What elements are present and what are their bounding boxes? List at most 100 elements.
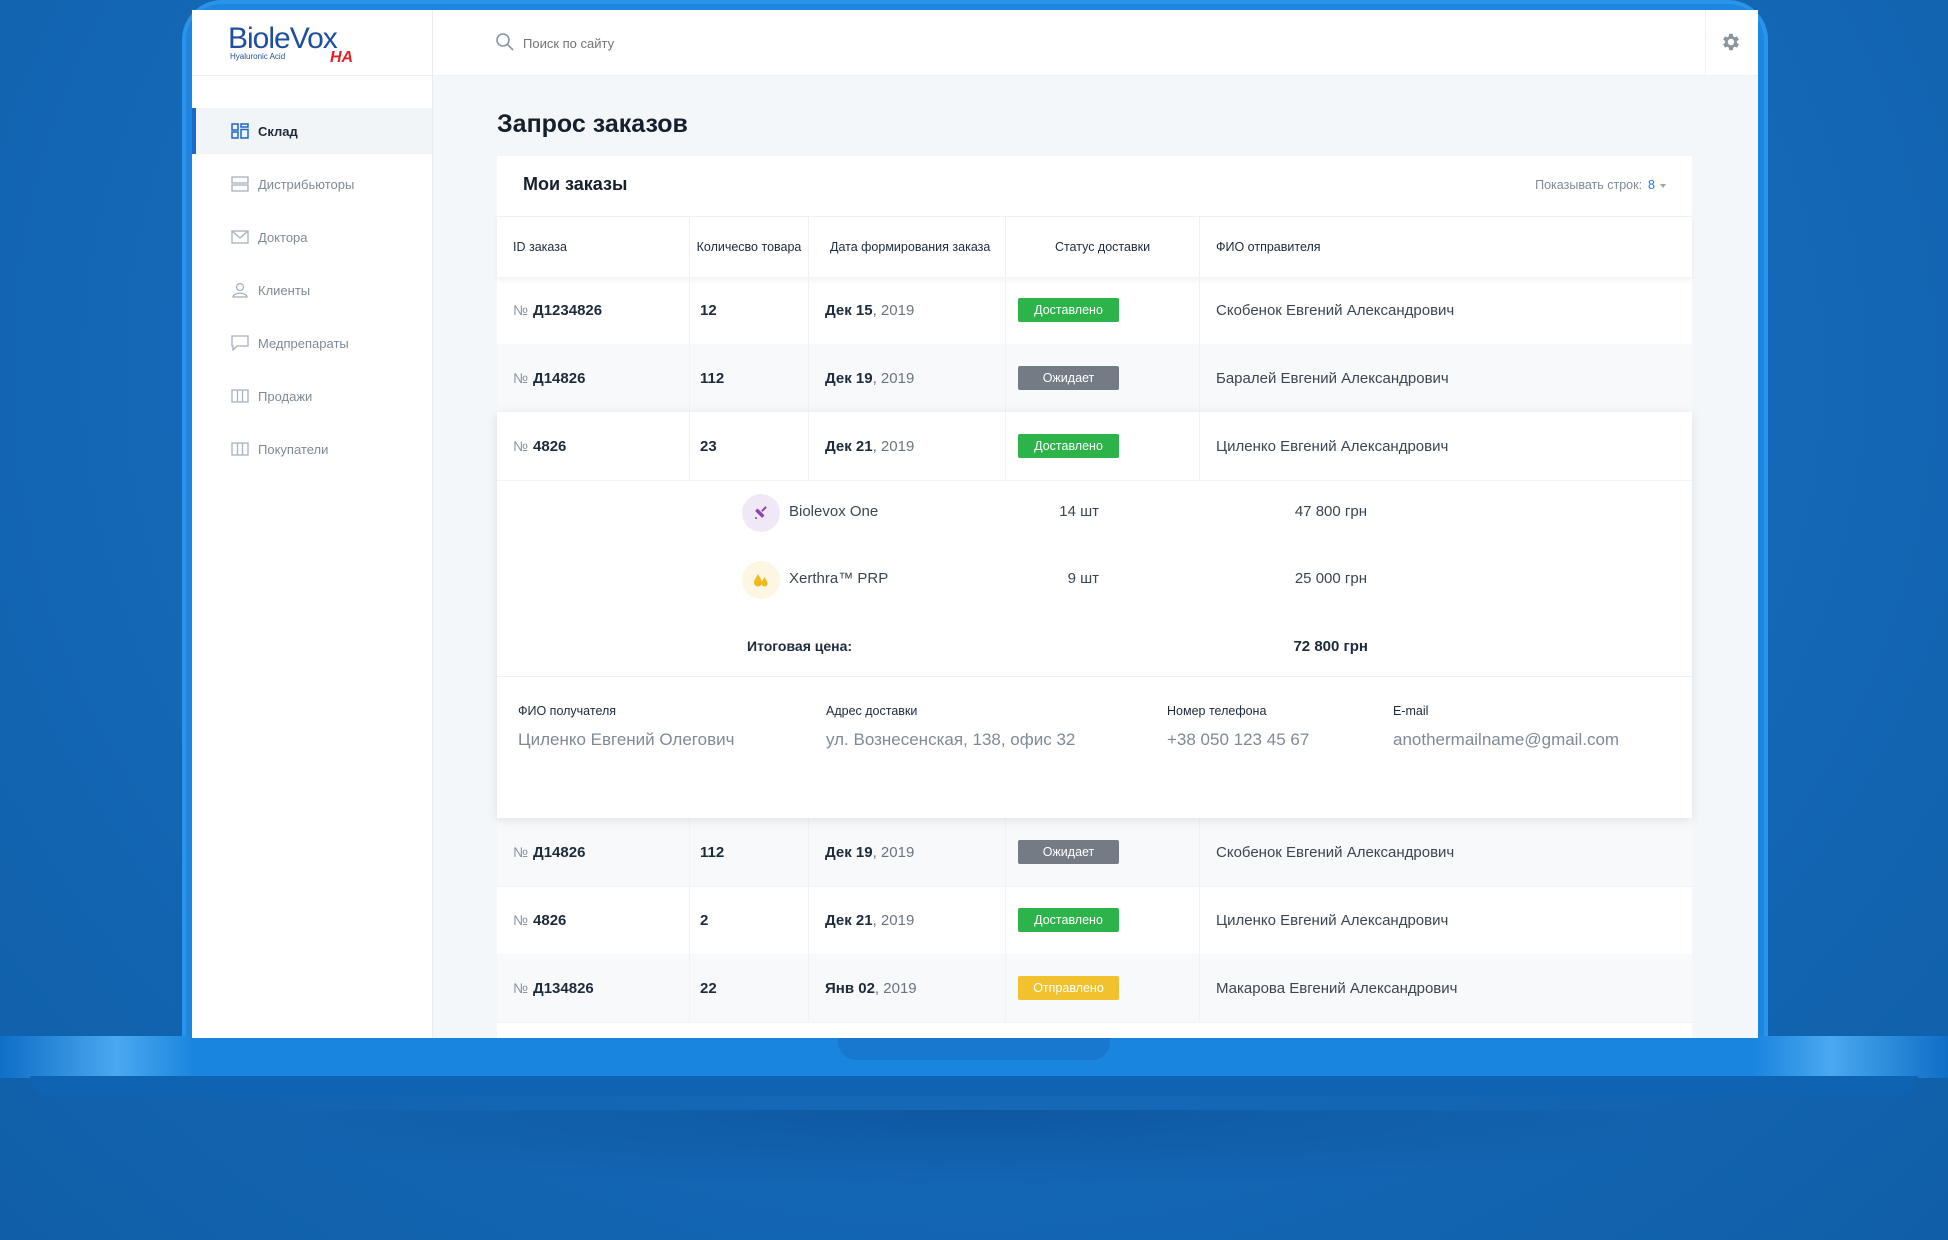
- phone-value: +38 050 123 45 67: [1167, 730, 1310, 749]
- topbar-divider: [1705, 10, 1706, 75]
- product-price: 25 000 грн: [1294, 570, 1367, 587]
- status-badge: Ожидает: [1018, 840, 1119, 864]
- order-status: Доставлено: [1006, 276, 1200, 344]
- sidebar: BioleVox Hyaluronic Acid HA Склад Дистри…: [192, 10, 433, 1038]
- order-date: Дек 21, 2019: [809, 412, 1006, 480]
- date-year: , 2019: [872, 843, 915, 861]
- number-sign: №: [513, 980, 529, 996]
- order-id-cell: № Д14826: [497, 818, 690, 886]
- sidebar-item-distributors[interactable]: Дистрибьюторы: [192, 161, 432, 207]
- order-qty: 112: [690, 344, 809, 412]
- email-value: anothermailname@gmail.com: [1393, 730, 1620, 749]
- sidebar-item-medications[interactable]: Медпрепараты: [192, 320, 432, 366]
- order-status: Ожидает: [1006, 818, 1200, 886]
- sidebar-item-buyers[interactable]: Покупатели: [192, 426, 432, 472]
- sidebar-item-sklad[interactable]: Склад: [192, 108, 432, 154]
- order-status: Ожидает: [1006, 344, 1200, 412]
- columns-icon: [231, 388, 249, 404]
- number-sign: №: [513, 370, 529, 386]
- address-value: ул. Вознесенская, 138, офис 32: [826, 730, 1076, 749]
- sender-name: Макарова Евгений Александрович: [1216, 979, 1458, 997]
- sidebar-item-label: Доктора: [258, 229, 308, 245]
- product-name: Biolevox One: [789, 503, 879, 520]
- status-badge: Доставлено: [1018, 908, 1119, 932]
- product-line: Xerthra™ PRP 9 шт 25 000 грн: [497, 549, 1692, 609]
- date-year: , 2019: [872, 911, 915, 929]
- gear-icon[interactable]: [1720, 31, 1742, 53]
- date-day: Дек 21: [825, 911, 873, 929]
- order-id-cell: № 4826: [497, 886, 690, 954]
- order-date: Янв 02, 2019: [809, 954, 1006, 1022]
- sender-name: Скобенок Евгений Александрович: [1216, 843, 1455, 861]
- expanded-order: № 4826 23 Дек 21, 2019 Доставлено Циленко…: [497, 412, 1692, 818]
- order-qty: 22: [690, 954, 809, 1022]
- total-value: 72 800 грн: [1293, 638, 1368, 655]
- logo-subtitle: Hyaluronic Acid: [230, 52, 286, 61]
- email-label: E-mail: [1393, 704, 1429, 718]
- date-year: , 2019: [872, 301, 915, 319]
- order-status: Доставлено: [1006, 886, 1200, 954]
- sidebar-item-sales[interactable]: Продажи: [192, 373, 432, 419]
- table-row[interactable]: № 4826 2 Дек 21, 2019 Доставлено Циленко …: [497, 886, 1692, 955]
- app-screen: BioleVox Hyaluronic Acid HA Склад Дистри…: [192, 10, 1758, 1038]
- sidebar-item-label: Клиенты: [258, 282, 311, 298]
- status-badge: Отправлено: [1018, 976, 1119, 1000]
- page-title: Запрос заказов: [497, 110, 688, 138]
- header-quantity[interactable]: Количесво товара: [690, 217, 809, 277]
- order-date: Дек 19, 2019: [809, 818, 1006, 886]
- date-day: Дек 15: [825, 301, 873, 319]
- logo[interactable]: BioleVox Hyaluronic Acid HA: [192, 10, 432, 76]
- table-row[interactable]: № Д14826 112 Дек 19, 2019 Ожидает Баралей…: [497, 344, 1692, 413]
- rows-per-page-select[interactable]: Показывать строк: 8: [1535, 178, 1666, 192]
- date-year: , 2019: [874, 979, 917, 997]
- sidebar-item-doctors[interactable]: Доктора: [192, 214, 432, 260]
- syringe-icon: [742, 494, 780, 532]
- order-id: Д1234826: [533, 301, 603, 319]
- product-qty: 9 шт: [1067, 570, 1099, 587]
- header-date[interactable]: Дата формирования заказа: [809, 217, 1006, 277]
- laptop-shadow: [200, 1110, 1748, 1190]
- sidebar-item-label: Покупатели: [258, 441, 329, 457]
- date-day: Дек 19: [825, 369, 873, 387]
- order-id-cell: № Д14826: [497, 344, 690, 412]
- table-row[interactable]: № Д14826 112 Дек 19, 2019 Ожидает Скобено…: [497, 818, 1692, 887]
- order-date: Дек 15, 2019: [809, 276, 1006, 344]
- order-qty: 12: [690, 276, 809, 344]
- sidebar-item-label: Склад: [258, 123, 298, 139]
- sidebar-item-label: Продажи: [258, 388, 313, 404]
- orders-card: Мои заказы Показывать строк: 8 ID заказа …: [497, 156, 1692, 1038]
- header-sender[interactable]: ФИО отправителя: [1200, 217, 1692, 277]
- envelope-icon: [231, 229, 249, 245]
- order-qty: 2: [690, 886, 809, 954]
- sidebar-item-clients[interactable]: Клиенты: [192, 267, 432, 313]
- divider: [497, 676, 1692, 677]
- address-label: Адрес доставки: [826, 704, 918, 718]
- chat-icon: [231, 335, 249, 352]
- order-id: 4826: [533, 437, 567, 455]
- recipient-value: Циленко Евгений Олегович: [518, 730, 735, 749]
- order-status: Доставлено: [1006, 412, 1200, 480]
- table-row[interactable]: № 4826 23 Дек 21, 2019 Доставлено Циленко…: [497, 412, 1692, 481]
- sidebar-item-label: Дистрибьюторы: [258, 176, 355, 192]
- order-id-cell: № 4826: [497, 412, 690, 480]
- order-status: Отправлено: [1006, 954, 1200, 1022]
- sender-name: Скобенок Евгений Александрович: [1216, 301, 1455, 319]
- number-sign: №: [513, 912, 529, 928]
- order-id: 4826: [533, 911, 567, 929]
- total-label: Итоговая цена:: [747, 638, 853, 654]
- user-icon: [231, 282, 249, 298]
- grid-icon: [231, 123, 249, 139]
- header-status[interactable]: Статус доставки: [1006, 217, 1200, 277]
- product-line: Biolevox One 14 шт 47 800 грн: [497, 482, 1692, 542]
- header-order-id[interactable]: ID заказа: [497, 217, 690, 277]
- search-icon[interactable]: [495, 32, 515, 52]
- table-row[interactable]: № Д1234826 12 Дек 15, 2019 Доставлено Ско…: [497, 276, 1692, 345]
- table-header: ID заказа Количесво товара Дата формиров…: [497, 216, 1692, 277]
- order-date: Дек 21, 2019: [809, 886, 1006, 954]
- date-year: , 2019: [872, 437, 915, 455]
- table-row[interactable]: № Д134826 22 Янв 02, 2019 Отправлено Мака…: [497, 954, 1692, 1023]
- status-badge: Доставлено: [1018, 434, 1119, 458]
- search-input[interactable]: [521, 30, 925, 56]
- number-sign: №: [513, 438, 529, 454]
- date-year: , 2019: [872, 369, 915, 387]
